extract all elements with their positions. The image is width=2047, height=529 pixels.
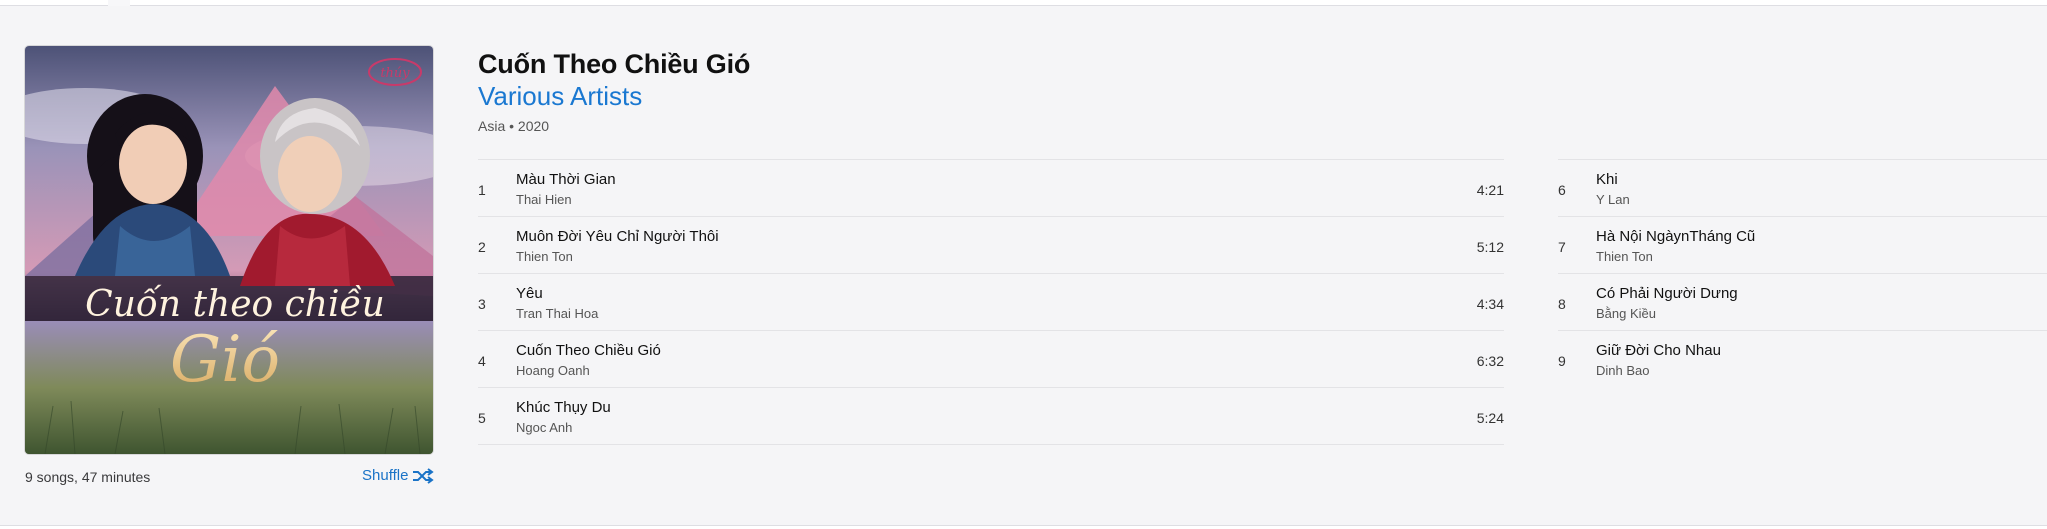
track-title: Khi (1596, 171, 1618, 188)
shuffle-button[interactable]: Shuffle (362, 467, 435, 484)
track-number: 1 (478, 182, 486, 198)
shuffle-icon (413, 467, 435, 484)
track-artist: Y Lan (1596, 192, 1630, 207)
album-artist-link[interactable]: Various Artists (478, 81, 642, 112)
album-summary: 9 songs, 47 minutes (25, 469, 151, 485)
track-duration: 5:12 (1476, 239, 1504, 255)
album-panel: thúy Cuốn theo chiều Gió 9 songs, 47 min… (0, 6, 2047, 526)
track-artist: Thien Ton (516, 249, 573, 264)
track-row[interactable]: 9 Giữ Đời Cho Nhau Dinh Bao (1558, 330, 2047, 387)
cover-script-line1: Cuốn theo chiều (85, 284, 385, 325)
track-title: Yêu (516, 285, 543, 302)
track-duration: 5:24 (1476, 410, 1504, 426)
track-list-right: 6 Khi Y Lan 7 Hà Nội NgàynTháng Cũ Thien… (1558, 159, 2047, 387)
track-title: Giữ Đời Cho Nhau (1596, 342, 1721, 359)
track-title: Khúc Thụy Du (516, 399, 611, 416)
track-artist: Ngoc Anh (516, 420, 573, 435)
album-cover[interactable]: thúy Cuốn theo chiều Gió (25, 46, 433, 454)
track-row[interactable]: 5 Khúc Thụy Du Ngoc Anh 5:24 (478, 387, 1504, 445)
track-number: 2 (478, 239, 486, 255)
album-cover-illustration: thúy Cuốn theo chiều Gió (25, 46, 433, 454)
track-number: 5 (478, 410, 486, 426)
track-number: 7 (1558, 239, 1566, 255)
track-artist: Thai Hien (516, 192, 572, 207)
track-number: 3 (478, 296, 486, 312)
track-duration: 6:32 (1476, 353, 1504, 369)
track-number: 4 (478, 353, 486, 369)
shuffle-label: Shuffle (362, 467, 409, 484)
cover-script-line2: Gió (170, 323, 280, 397)
track-list-left: 1 Màu Thời Gian Thai Hien 4:21 2 Muôn Đờ… (478, 159, 1504, 445)
track-artist: Hoang Oanh (516, 363, 590, 378)
track-artist: Bằng Kiều (1596, 306, 1656, 321)
track-number: 6 (1558, 182, 1566, 198)
track-title: Có Phải Người Dưng (1596, 285, 1738, 302)
track-row[interactable]: 4 Cuốn Theo Chiều Gió Hoang Oanh 6:32 (478, 330, 1504, 387)
track-artist: Dinh Bao (1596, 363, 1650, 378)
track-number: 9 (1558, 353, 1566, 369)
track-row[interactable]: 8 Có Phải Người Dưng Bằng Kiều (1558, 273, 2047, 330)
track-number: 8 (1558, 296, 1566, 312)
track-artist: Tran Thai Hoa (516, 306, 599, 321)
album-genre-year: Asia • 2020 (478, 118, 550, 134)
track-row[interactable]: 3 Yêu Tran Thai Hoa 4:34 (478, 273, 1504, 330)
track-row[interactable]: 6 Khi Y Lan (1558, 159, 2047, 216)
track-title: Cuốn Theo Chiều Gió (516, 342, 661, 359)
track-title: Màu Thời Gian (516, 171, 616, 188)
track-artist: Thien Ton (1596, 249, 1653, 264)
cover-logo-text: thúy (380, 66, 410, 81)
track-title: Hà Nội NgàynTháng Cũ (1596, 228, 1756, 245)
track-row[interactable]: 1 Màu Thời Gian Thai Hien 4:21 (478, 159, 1504, 216)
track-duration: 4:21 (1476, 182, 1504, 198)
track-row[interactable]: 2 Muôn Đời Yêu Chỉ Người Thôi Thien Ton … (478, 216, 1504, 273)
track-duration: 4:34 (1476, 296, 1504, 312)
track-row[interactable]: 7 Hà Nội NgàynTháng Cũ Thien Ton (1558, 216, 2047, 273)
album-title: Cuốn Theo Chiều Gió (478, 49, 751, 79)
track-title: Muôn Đời Yêu Chỉ Người Thôi (516, 228, 719, 245)
